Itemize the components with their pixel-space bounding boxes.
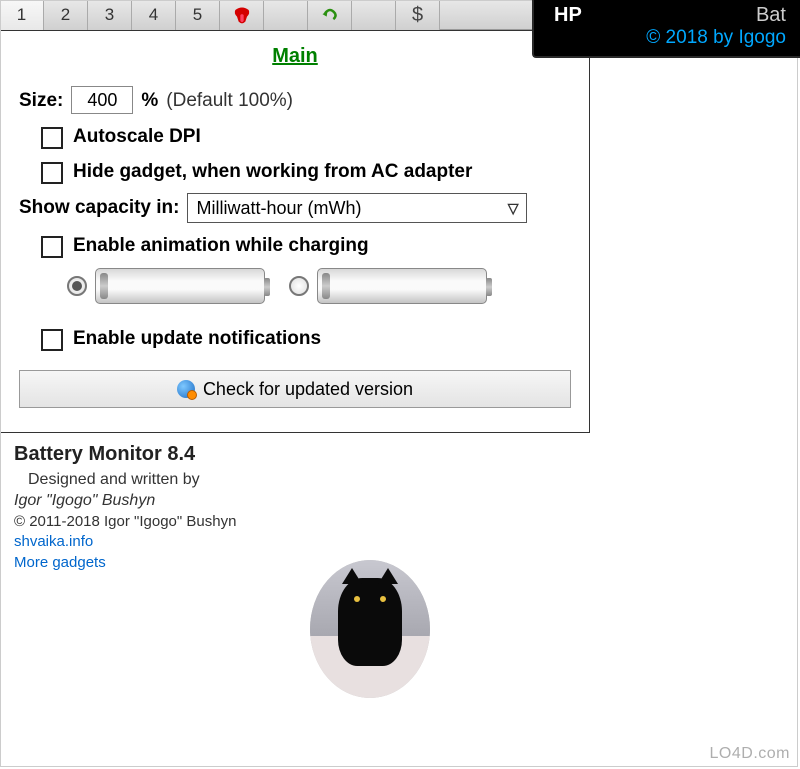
enable-updates-label: Enable update notifications (73, 326, 321, 353)
size-input[interactable] (71, 86, 133, 114)
size-unit: % (141, 90, 158, 112)
hide-gadget-label: Hide gadget, when working from AC adapte… (73, 159, 472, 186)
battery-style-2-radio[interactable] (289, 276, 309, 296)
tab-1-label: 1 (17, 5, 26, 25)
tab-1[interactable]: 1 (0, 0, 44, 30)
battery-preview-1 (95, 268, 265, 304)
autoscale-label: Autoscale DPI (73, 124, 201, 151)
chevron-down-icon: ▽ (508, 200, 519, 217)
autoscale-checkbox[interactable] (41, 127, 63, 149)
enable-animation-checkbox[interactable] (41, 236, 63, 258)
undo-icon (320, 5, 340, 25)
about-designed: Designed and written by (28, 470, 416, 491)
about-author: Igor "Igogo" Bushyn (14, 491, 416, 512)
battery-style-1-radio[interactable] (67, 276, 87, 296)
capacity-selected: Milliwatt-hour (mWh) (196, 198, 361, 219)
watermark: LO4D.com (710, 745, 790, 763)
tab-tongue-icon[interactable] (220, 0, 264, 30)
enable-animation-label: Enable animation while charging (73, 233, 369, 260)
about-copyright: © 2011-2018 Igor "Igogo" Bushyn (14, 512, 416, 532)
tab-4-label: 4 (149, 5, 158, 25)
tab-2-label: 2 (61, 5, 70, 25)
check-updates-button[interactable]: Check for updated version (19, 370, 571, 408)
settings-panel: Main Size: % (Default 100%) Autoscale DP… (0, 30, 590, 433)
tongue-icon (232, 5, 252, 25)
gadget-copyright: © 2018 by Igogo (554, 27, 786, 49)
tab-5[interactable]: 5 (176, 0, 220, 30)
tab-3-label: 3 (105, 5, 114, 25)
tab-2[interactable]: 2 (44, 0, 88, 30)
capacity-label: Show capacity in: (19, 197, 179, 219)
size-label: Size: (19, 90, 63, 112)
dollar-icon: $ (412, 4, 423, 27)
capacity-dropdown[interactable]: Milliwatt-hour (mWh) ▽ (187, 193, 527, 223)
gadget-overlay: HP Bat © 2018 by Igogo (532, 0, 800, 58)
hide-gadget-checkbox[interactable] (41, 162, 63, 184)
enable-updates-checkbox[interactable] (41, 329, 63, 351)
tab-4[interactable]: 4 (132, 0, 176, 30)
check-updates-label: Check for updated version (203, 379, 413, 400)
panel-title: Main (19, 45, 571, 68)
globe-download-icon (177, 380, 195, 398)
gadget-bat-label: Bat (756, 4, 786, 27)
about-title: Battery Monitor 8.4 (14, 443, 416, 466)
tab-undo-icon[interactable] (308, 0, 352, 30)
tab-donate-icon[interactable]: $ (396, 0, 440, 30)
size-hint: (Default 100%) (166, 90, 293, 112)
battery-preview-2 (317, 268, 487, 304)
tab-3[interactable]: 3 (88, 0, 132, 30)
author-avatar (310, 560, 430, 698)
tab-5-label: 5 (193, 5, 202, 25)
gadget-hp-label: HP (554, 4, 582, 27)
about-link-site[interactable]: shvaika.info (14, 531, 416, 552)
